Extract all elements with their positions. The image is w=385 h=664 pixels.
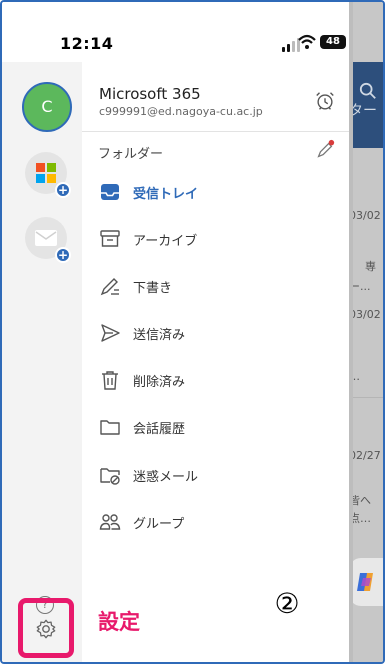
gear-icon[interactable] [35,618,57,640]
folder-label: 受信トレイ [133,187,199,202]
archive-icon [100,230,120,247]
drawer-edge [349,2,353,662]
divider [82,131,349,132]
folder-item-deleted[interactable]: 削除済み [82,357,349,403]
status-time: 12:14 [60,34,114,53]
background-date: 03/02 [349,209,381,222]
folder-item-sent[interactable]: 送信済み [82,310,349,356]
add-account-button[interactable]: + [25,217,71,263]
background-tab: ター [349,103,377,119]
copilot-icon [357,573,373,591]
folder-item-groups[interactable]: グループ [82,499,349,545]
folder-label: 会話履歴 [133,422,186,437]
status-bar: 12:14 48 [2,2,349,62]
folders-section-label: フォルダー [98,147,164,162]
folder-item-junk[interactable]: 迷惑メール [82,452,349,498]
copilot-button[interactable] [349,558,383,606]
settings-annotation-label: 設定 [98,610,140,634]
inbox-icon [101,184,119,200]
folder-label: 下書き [133,281,173,296]
step-number-annotation: ② [274,587,300,620]
folder-item-conversation-history[interactable]: 会話履歴 [82,404,349,450]
folder-label: グループ [133,517,185,532]
background-date: 02/27 [349,449,381,462]
app-frame: ター 03/02 専 ー... 03/02 … 02/27 皆へ 点… 12:1… [0,0,385,664]
microsoft-apps-icon [36,163,56,183]
wifi-icon [298,34,316,49]
folder-label: 迷惑メール [133,470,199,485]
battery-icon: 48 [320,35,346,49]
send-icon [101,324,120,342]
group-icon [99,514,121,530]
folder-item-archive[interactable]: アーカイブ [82,216,349,262]
folder-icon [100,420,120,435]
folder-item-drafts[interactable]: 下書き [82,263,349,309]
plus-icon: + [55,247,71,263]
draft-icon [100,278,119,296]
add-app-button[interactable]: + [25,152,71,198]
folder-label: 削除済み [133,375,186,390]
divider [349,397,383,398]
mail-icon [35,230,57,246]
folder-label: 送信済み [133,328,186,343]
folder-label: アーカイブ [133,234,198,249]
plus-icon: + [55,182,71,198]
edit-pen-icon[interactable] [314,139,336,161]
junk-folder-icon [100,468,120,485]
alarm-clock-icon[interactable] [314,90,336,112]
avatar[interactable]: C [22,82,72,132]
folder-item-inbox[interactable]: 受信トレイ [82,169,349,215]
account-email: c999991@ed.nagoya-cu.ac.jp [99,105,263,118]
background-date: 03/02 [349,308,381,321]
search-icon [359,82,376,99]
background-snippet: 専 [365,260,376,273]
background-mail-list: ター 03/02 専 ー... 03/02 … 02/27 皆へ 点… [349,2,383,662]
trash-icon [102,371,118,390]
account-name: Microsoft 365 [99,85,201,103]
